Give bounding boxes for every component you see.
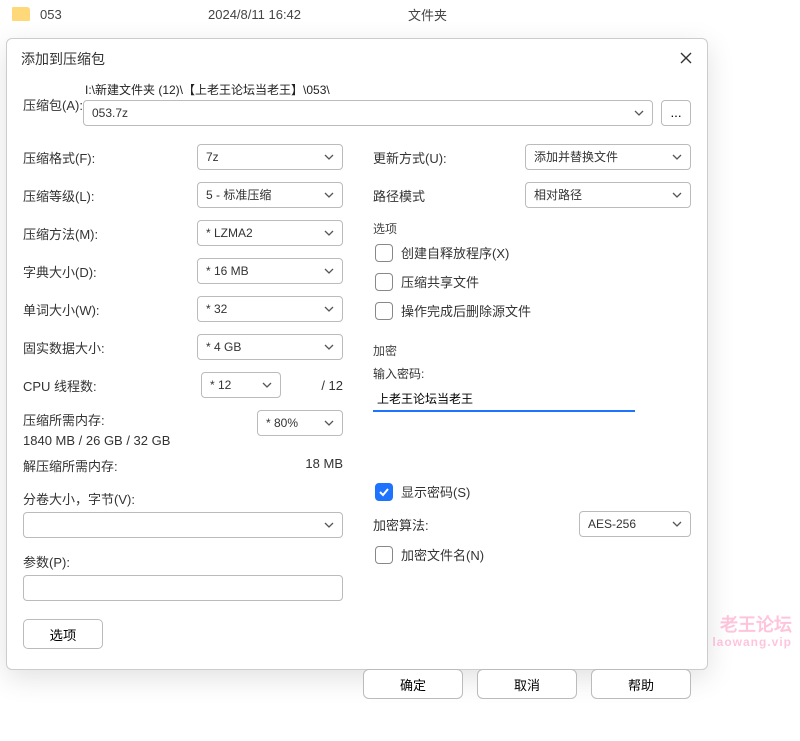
chevron-down-icon (324, 342, 334, 352)
chevron-down-icon (324, 228, 334, 238)
encrypt-names-checkbox[interactable] (375, 546, 393, 564)
browse-button[interactable]: ... (661, 100, 691, 126)
level-select[interactable]: 5 - 标准压缩 (197, 182, 343, 208)
volume-select[interactable] (23, 512, 343, 538)
shared-label: 压缩共享文件 (401, 272, 479, 291)
explorer-row: 053 2024/8/11 16:42 文件夹 (0, 0, 800, 28)
check-icon (378, 486, 390, 498)
folder-icon (12, 7, 30, 21)
chevron-down-icon (672, 152, 682, 162)
mem-comp-value: 1840 MB / 26 GB / 32 GB (23, 433, 257, 448)
chevron-down-icon (324, 418, 334, 428)
archive-file-value: 053.7z (92, 106, 128, 120)
folder-date: 2024/8/11 16:42 (208, 7, 408, 22)
delete-source-checkbox[interactable] (375, 302, 393, 320)
enc-method-label: 加密算法: (373, 515, 559, 534)
sfx-checkbox[interactable] (375, 244, 393, 262)
chevron-down-icon (324, 152, 334, 162)
level-label: 压缩等级(L): (23, 186, 197, 205)
shared-checkbox[interactable] (375, 273, 393, 291)
dict-select[interactable]: * 16 MB (197, 258, 343, 284)
path-mode-select[interactable]: 相对路径 (525, 182, 691, 208)
method-select[interactable]: * LZMA2 (197, 220, 343, 246)
params-label: 参数(P): (23, 552, 343, 571)
password-label: 输入密码: (373, 365, 691, 382)
folder-name: 053 (40, 7, 208, 22)
params-input[interactable] (23, 575, 343, 601)
show-password-checkbox[interactable] (375, 483, 393, 501)
chevron-down-icon (324, 190, 334, 200)
dialog-footer: 确定 取消 帮助 (7, 663, 707, 713)
mem-percent-select[interactable]: * 80% (257, 410, 343, 436)
chevron-down-icon (672, 190, 682, 200)
ok-button[interactable]: 确定 (363, 669, 463, 699)
chevron-down-icon (262, 380, 272, 390)
watermark: 老王论坛 laowang.vip (712, 616, 792, 649)
chevron-down-icon (672, 519, 682, 529)
enc-method-select[interactable]: AES-256 (579, 511, 691, 537)
path-mode-label: 路径模式 (373, 186, 525, 205)
help-button[interactable]: 帮助 (591, 669, 691, 699)
show-password-label: 显示密码(S) (401, 482, 470, 501)
update-select[interactable]: 添加并替换文件 (525, 144, 691, 170)
word-label: 单词大小(W): (23, 300, 197, 319)
sfx-label: 创建自释放程序(X) (401, 243, 509, 262)
chevron-down-icon (324, 304, 334, 314)
word-select[interactable]: * 32 (197, 296, 343, 322)
add-to-archive-dialog: 添加到压缩包 压缩包(A): I:\新建文件夹 (12)\【上老王论坛当老王】\… (6, 38, 708, 670)
encrypt-section-title: 加密 (373, 342, 691, 359)
right-column: 更新方式(U): 添加并替换文件 路径模式 相对路径 选项 创建自释放程序(X)… (373, 144, 691, 649)
close-button[interactable] (677, 50, 695, 68)
titlebar: 添加到压缩包 (7, 39, 707, 77)
threads-select[interactable]: * 12 (201, 372, 281, 398)
chevron-down-icon (634, 108, 644, 118)
threads-label: CPU 线程数: (23, 376, 201, 395)
threads-max: / 12 (297, 378, 343, 393)
cancel-button[interactable]: 取消 (477, 669, 577, 699)
mem-comp-label: 压缩所需内存: (23, 410, 257, 429)
archive-label: 压缩包(A): (23, 81, 83, 114)
mem-decomp-label: 解压缩所需内存: (23, 456, 118, 475)
chevron-down-icon (324, 520, 334, 530)
archive-file-select[interactable]: 053.7z (83, 100, 653, 126)
method-label: 压缩方法(M): (23, 224, 197, 243)
folder-type: 文件夹 (408, 5, 447, 24)
encrypt-names-label: 加密文件名(N) (401, 545, 484, 564)
delete-source-label: 操作完成后删除源文件 (401, 301, 531, 320)
format-select[interactable]: 7z (197, 144, 343, 170)
solid-select[interactable]: * 4 GB (197, 334, 343, 360)
dict-label: 字典大小(D): (23, 262, 197, 281)
solid-label: 固实数据大小: (23, 338, 197, 357)
mem-decomp-value: 18 MB (305, 456, 343, 475)
archive-path: I:\新建文件夹 (12)\【上老王论坛当老王】\053\ (83, 81, 691, 98)
dialog-title: 添加到压缩包 (21, 49, 105, 69)
update-label: 更新方式(U): (373, 148, 525, 167)
options-section-title: 选项 (373, 220, 691, 237)
close-icon (680, 52, 692, 67)
volume-label: 分卷大小，字节(V): (23, 489, 343, 508)
format-label: 压缩格式(F): (23, 148, 197, 167)
options-button[interactable]: 选项 (23, 619, 103, 649)
password-input[interactable] (373, 386, 635, 412)
left-column: 压缩格式(F): 7z 压缩等级(L): 5 - 标准压缩 压缩方法(M): *… (23, 144, 343, 649)
chevron-down-icon (324, 266, 334, 276)
